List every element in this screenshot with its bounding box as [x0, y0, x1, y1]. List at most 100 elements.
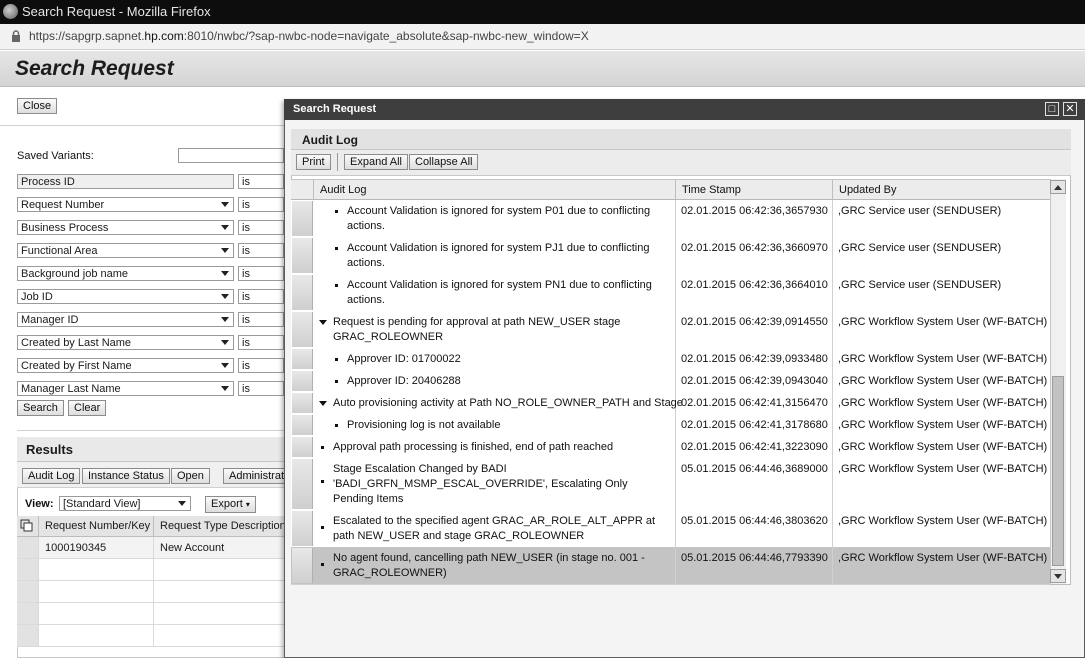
criteria-field-select[interactable]: Manager ID: [17, 312, 234, 327]
row-selector[interactable]: [292, 201, 313, 236]
row-selector[interactable]: [292, 393, 313, 413]
row-selector[interactable]: [292, 415, 313, 435]
audit-log-toolbar: [291, 150, 1071, 176]
criteria-operator[interactable]: is: [238, 220, 284, 235]
column-header-time-stamp[interactable]: Time Stamp: [675, 180, 839, 201]
collapse-icon[interactable]: [319, 401, 327, 406]
criteria-field-select[interactable]: Manager Last Name: [17, 381, 234, 396]
row-selector[interactable]: [17, 537, 39, 559]
criteria-field-select[interactable]: Functional Area: [17, 243, 234, 258]
time-stamp-cell: 05.01.2015 06:44:46,3803620: [675, 510, 833, 547]
criteria-field-label: Created by Last Name: [21, 337, 132, 349]
criteria-operator[interactable]: is: [238, 266, 284, 281]
scroll-down-icon[interactable]: [1050, 569, 1066, 583]
criteria-field-select[interactable]: Request Number: [17, 197, 234, 212]
table-cell: New Account: [154, 537, 287, 559]
table-row[interactable]: Account Validation is ignored for system…: [291, 237, 1050, 275]
audit-log-text: Stage Escalation Changed by BADI 'BADI_G…: [333, 463, 628, 505]
row-selector[interactable]: [292, 275, 313, 310]
table-row[interactable]: Request is pending for approval at path …: [291, 311, 1050, 349]
table-row[interactable]: Approver ID: 20406288 02.01.2015 06:42:39…: [291, 370, 1050, 393]
address-bar[interactable]: https://sapgrp.sapnet.hp.com:8010/nwbc/?…: [0, 24, 1085, 50]
column-header-request-number[interactable]: Request Number/Key: [39, 516, 154, 537]
table-cell: [154, 603, 287, 625]
expand-all-button[interactable]: Expand All: [344, 154, 408, 170]
column-header-audit-log[interactable]: Audit Log: [313, 180, 682, 201]
row-selector[interactable]: [292, 511, 313, 546]
table-row[interactable]: Approval path processing is finished, en…: [291, 436, 1050, 459]
criteria-field-select[interactable]: Business Process: [17, 220, 234, 235]
audit-log-text: Escalated to the specified agent GRAC_AR…: [333, 515, 656, 542]
time-stamp-cell: 02.01.2015 06:42:41,3178680: [675, 414, 833, 436]
criteria-operator[interactable]: is: [238, 335, 284, 350]
select-all-icon[interactable]: [17, 516, 39, 537]
table-row[interactable]: No agent found, cancelling path NEW_USER…: [291, 547, 1050, 585]
updated-by-cell: ,GRC Workflow System User (WF-BATCH): [832, 436, 1050, 458]
scroll-up-icon[interactable]: [1050, 180, 1066, 194]
table-cell: 1000190345: [39, 537, 154, 559]
close-icon[interactable]: ✕: [1063, 102, 1077, 116]
table-row[interactable]: Stage Escalation Changed by BADI 'BADI_G…: [291, 458, 1050, 511]
view-select[interactable]: [Standard View]: [59, 496, 191, 511]
table-cell: [154, 559, 287, 581]
updated-by-cell: ,GRC Service user (SENDUSER): [832, 200, 1050, 237]
criteria-operator[interactable]: is: [238, 243, 284, 258]
time-stamp: 02.01.2015 06:42:36,3657930: [681, 205, 828, 217]
saved-variants-dropdown[interactable]: [178, 148, 284, 163]
results-header: Results: [17, 437, 287, 462]
audit-log-button[interactable]: Audit Log: [22, 468, 81, 484]
search-button[interactable]: Search: [17, 400, 64, 416]
criteria-field-select[interactable]: Job ID: [17, 289, 234, 304]
table-row[interactable]: Auto provisioning activity at Path NO_RO…: [291, 392, 1050, 415]
row-selector[interactable]: [292, 437, 313, 457]
table-row[interactable]: Account Validation is ignored for system…: [291, 200, 1050, 238]
table-row[interactable]: Escalated to the specified agent GRAC_AR…: [291, 510, 1050, 548]
close-button[interactable]: Close: [17, 98, 58, 114]
criteria-field-select[interactable]: Created by Last Name: [17, 335, 234, 350]
print-button[interactable]: Print: [296, 154, 331, 170]
row-selector[interactable]: [292, 349, 313, 369]
collapse-all-button[interactable]: Collapse All: [409, 154, 479, 170]
row-selector[interactable]: [292, 459, 313, 509]
row-selector[interactable]: [17, 625, 39, 647]
row-selector[interactable]: [292, 238, 313, 273]
time-stamp: 02.01.2015 06:42:36,3664010: [681, 279, 828, 291]
open-button[interactable]: Open: [171, 468, 210, 484]
row-selector[interactable]: [292, 548, 313, 583]
export-button[interactable]: Export ▾: [205, 496, 256, 513]
audit-log-cell: Provisioning log is not available: [313, 414, 676, 436]
table-row[interactable]: Provisioning log is not available 02.01.2…: [291, 414, 1050, 437]
row-selector[interactable]: [292, 312, 313, 347]
table-row[interactable]: Account Validation is ignored for system…: [291, 274, 1050, 312]
table-row[interactable]: Approver ID: 01700022 02.01.2015 06:42:39…: [291, 348, 1050, 371]
table-cell: [154, 581, 287, 603]
criteria-field-label: Manager ID: [21, 314, 79, 326]
column-header-request-type[interactable]: Request Type Description: [154, 516, 287, 537]
instance-status-button[interactable]: Instance Status: [82, 468, 170, 484]
criteria-operator[interactable]: is: [238, 174, 284, 189]
collapse-icon[interactable]: [319, 320, 327, 325]
administrator-button[interactable]: Administrat: [223, 468, 291, 484]
criteria-operator[interactable]: is: [238, 381, 284, 396]
maximize-icon[interactable]: □: [1045, 102, 1059, 116]
updated-by: ,GRC Workflow System User (WF-BATCH): [838, 353, 1048, 365]
criteria-field-select[interactable]: Background job name: [17, 266, 234, 281]
row-selector[interactable]: [292, 371, 313, 391]
column-header-updated-by[interactable]: Updated By: [832, 180, 1057, 201]
clear-button[interactable]: Clear: [68, 400, 107, 416]
row-selector[interactable]: [17, 603, 39, 625]
view-label: View:: [25, 498, 54, 510]
updated-by: ,GRC Service user (SENDUSER): [838, 205, 1002, 217]
criteria-operator[interactable]: is: [238, 358, 284, 373]
popup-title: Search Request: [293, 103, 377, 115]
url-text[interactable]: https://sapgrp.sapnet.hp.com:8010/nwbc/?…: [29, 29, 589, 43]
criteria-field-select[interactable]: Process ID: [17, 174, 234, 189]
audit-log-text: Provisioning log is not available: [347, 419, 501, 431]
row-selector[interactable]: [17, 559, 39, 581]
scrollbar-thumb[interactable]: [1052, 376, 1064, 566]
criteria-operator[interactable]: is: [238, 312, 284, 327]
criteria-operator[interactable]: is: [238, 289, 284, 304]
row-selector[interactable]: [17, 581, 39, 603]
criteria-field-select[interactable]: Created by First Name: [17, 358, 234, 373]
criteria-operator[interactable]: is: [238, 197, 284, 212]
